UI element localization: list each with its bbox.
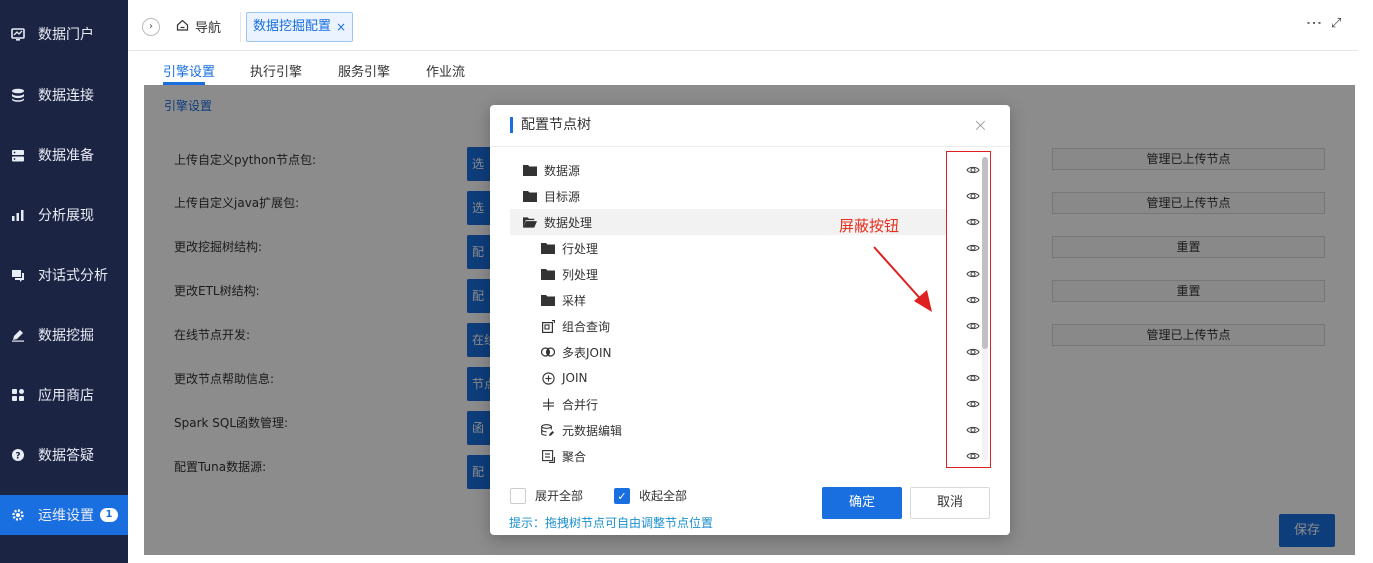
dialog-header: 配置节点树 ×: [490, 105, 1010, 147]
tree-node-label: 行处理: [562, 241, 599, 256]
folder-icon: [523, 189, 537, 203]
sidebar-item-conversational[interactable]: 对话式分析: [0, 255, 128, 295]
tree-node[interactable]: 采样: [541, 287, 586, 313]
sidebar-item-label: 对话式分析: [38, 268, 108, 284]
sidebar-item-label: 数据准备: [38, 148, 94, 164]
configure-node-tree-dialog: 配置节点树 × 数据源 目标源 数据处理 行处理 列处理 采样 组合查询 多表J…: [490, 105, 1010, 535]
divider: [240, 12, 241, 42]
tree-node[interactable]: 目标源: [523, 183, 580, 209]
sidebar-item-ops-settings[interactable]: 运维设置 1: [0, 495, 128, 535]
expand-all-label: 展开全部: [535, 489, 584, 503]
confirm-button[interactable]: 确定: [822, 487, 902, 519]
tree-node-label: 数据处理: [544, 215, 593, 230]
folder-open-icon: [523, 215, 537, 229]
folder-icon: [541, 241, 555, 255]
tree-node-label: 组合查询: [562, 319, 611, 334]
tree-node-label: 聚合: [562, 449, 587, 464]
collapse-all-checkbox[interactable]: ✓ 收起全部: [614, 487, 687, 504]
tree-node-label: 合并行: [562, 397, 599, 412]
tree-node[interactable]: 数据源: [523, 157, 580, 183]
sidebar-item-label: 数据答疑: [38, 448, 94, 464]
tree-node-label: JOIN: [562, 371, 588, 385]
cancel-button[interactable]: 取消: [910, 487, 990, 519]
tree-node-label: 列处理: [562, 267, 599, 282]
help-icon: ?: [11, 448, 25, 462]
chat-icon: [11, 268, 25, 282]
tree-node-label: 多表JOIN: [562, 345, 612, 360]
settings-tabs: 引擎设置 执行引擎 服务引擎 作业流: [128, 51, 1358, 85]
tab-service-engine[interactable]: 服务引擎: [338, 61, 390, 80]
sidebar-item-data-prep[interactable]: 数据准备: [0, 135, 128, 175]
tree-node-label: 目标源: [544, 189, 581, 204]
sidebar-item-data-connection[interactable]: 数据连接: [0, 75, 128, 115]
merge-rows-icon: [541, 397, 555, 411]
monitor-chart-icon: [11, 27, 25, 41]
bar-chart-icon: [11, 208, 25, 222]
notification-badge: 1: [100, 508, 118, 522]
tree-node[interactable]: 元数据编辑: [541, 417, 622, 443]
open-page-tab[interactable]: 数据挖掘配置 ×: [246, 12, 353, 42]
tab-workflow[interactable]: 作业流: [426, 61, 465, 80]
folder-icon: [541, 267, 555, 281]
sidebar-item-label: 应用商店: [38, 388, 94, 404]
close-tab-icon[interactable]: ×: [336, 13, 346, 41]
tree-node[interactable]: 合并行: [541, 391, 598, 417]
tab-execution-engine[interactable]: 执行引擎: [250, 61, 302, 80]
tree-node-label: 采样: [562, 293, 587, 308]
tree-node[interactable]: JOIN: [541, 365, 588, 391]
sidebar-item-label: 运维设置: [38, 508, 94, 524]
join-icon: [541, 371, 555, 385]
sidebar-item-data-portal[interactable]: 数据门户: [0, 14, 128, 54]
tab-engine-settings[interactable]: 引擎设置: [163, 61, 215, 80]
tree-node[interactable]: 多表JOIN: [541, 339, 612, 365]
dialog-title: 配置节点树: [510, 117, 591, 133]
fullscreen-icon[interactable]: ⤢: [1331, 16, 1341, 31]
expand-all-checkbox[interactable]: 展开全部: [510, 487, 583, 504]
close-icon[interactable]: ×: [973, 115, 988, 136]
svg-text:?: ?: [15, 452, 20, 462]
combine-query-icon: [541, 319, 555, 333]
drag-hint-text: 提示：拖拽树节点可自由调整节点位置: [509, 516, 714, 530]
more-menu-icon[interactable]: ⋮: [1305, 15, 1324, 30]
checkbox-checked-icon[interactable]: ✓: [614, 487, 630, 504]
annotation-highlight-box: [946, 151, 991, 468]
sidebar-item-label: 数据连接: [38, 88, 94, 104]
aggregate-icon: [541, 449, 555, 463]
tree-node-label: 元数据编辑: [562, 423, 623, 438]
tree-node[interactable]: 聚合: [541, 443, 586, 469]
open-page-tab-label: 数据挖掘配置: [253, 19, 332, 34]
sidebar-item-label: 数据门户: [38, 27, 94, 43]
sidebar-item-label: 数据挖掘: [38, 328, 94, 344]
folder-icon: [523, 163, 537, 177]
collapse-all-label: 收起全部: [639, 489, 688, 503]
annotation-label: 屏蔽按钮: [839, 217, 900, 235]
sidebar-item-qa[interactable]: ? 数据答疑: [0, 435, 128, 475]
sidebar: 数据门户 数据连接 数据准备 分析展现 对话式分析 数据挖掘 应用商店 ? 数据…: [0, 0, 128, 563]
sidebar-item-analysis[interactable]: 分析展现: [0, 195, 128, 235]
folder-icon: [541, 293, 555, 307]
collapse-sidebar-button[interactable]: ›: [142, 18, 160, 36]
tree-node-label: 数据源: [544, 163, 581, 178]
sidebar-item-data-mining[interactable]: 数据挖掘: [0, 315, 128, 355]
home-nav-label: 导航: [195, 21, 222, 36]
pen-icon: [11, 328, 25, 342]
multi-join-icon: [541, 345, 555, 359]
sidebar-item-app-store[interactable]: 应用商店: [0, 375, 128, 415]
tree-node[interactable]: 组合查询: [541, 313, 610, 339]
tree-node[interactable]: 行处理: [541, 235, 598, 261]
gear-icon: [11, 508, 25, 522]
top-bar: › 导航 数据挖掘配置 × ⋮ ⤢: [128, 0, 1358, 51]
annotation-arrow-icon: [873, 246, 932, 312]
sidebar-item-label: 分析展现: [38, 208, 94, 224]
home-icon: [176, 19, 189, 35]
home-nav-link[interactable]: 导航: [176, 17, 221, 36]
checkbox-unchecked[interactable]: [510, 487, 526, 504]
server-icon: [11, 148, 25, 162]
metadata-edit-icon: [541, 423, 555, 437]
tree-node[interactable]: 列处理: [541, 261, 598, 287]
database-icon: [11, 88, 25, 102]
grid-icon: [11, 388, 25, 402]
